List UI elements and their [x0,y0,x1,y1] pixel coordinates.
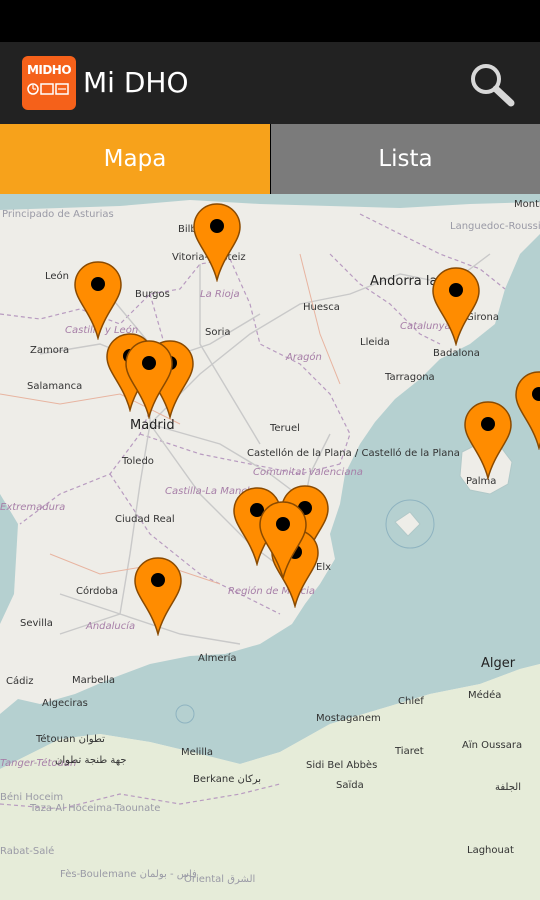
map-label: Comunitat Valenciana [253,467,363,478]
map-label: Córdoba [76,586,118,597]
app-logo-text: MIDHO [26,63,72,77]
map-marker-pin[interactable] [463,400,513,480]
map-label: Saïda [336,780,364,791]
map-label: Languedoc-Roussillon [450,221,540,232]
map-label: Aïn Oussara [462,740,523,751]
map-marker-pin[interactable] [431,266,481,346]
search-icon[interactable] [462,56,522,112]
map-label: Huesca [303,302,340,313]
map-label: Algeciras [42,698,88,709]
map-label: Almería [198,653,237,664]
map-label: Extremadura [0,502,66,513]
map-label: Mostaganem [316,713,381,724]
map-label: Sevilla [20,618,53,629]
map-label: Principado de Asturias [2,209,114,220]
map-label: Chlef [398,696,424,707]
map-label: Tiaret [395,746,424,757]
map-label: Toledo [122,456,154,467]
map-label: Béni Hoceim [0,792,64,803]
map-marker-pin[interactable] [514,370,540,450]
map-marker-pin[interactable] [73,260,123,340]
map-label: Teruel [270,423,300,434]
map-label: Tétouan تطوان [36,734,105,745]
map-label: Taza-Al Hoceima-Taounate [30,803,161,814]
map-marker-pin[interactable] [192,202,242,282]
logo-graphic-icon [27,83,69,95]
app-title: Mi DHO [83,66,189,99]
map-marker-pin[interactable] [124,339,174,419]
map-label: Aragón [286,352,322,363]
map-label: جهة طنجة تطوان [55,755,127,766]
map-label: Marbella [72,675,116,686]
map-marker-pin[interactable] [133,556,183,636]
tab-lista[interactable]: Lista [271,124,540,194]
map-label: Cádiz [6,676,34,687]
map-view[interactable]: Principado de Asturias Bilbao Vitoria-Ga… [0,194,540,900]
map-label: Fès-Boulemane فاس - بولمان [60,869,197,880]
map-label: Melilla [181,747,214,758]
map-label: Burgos [135,289,170,300]
tab-mapa[interactable]: Mapa [0,124,270,194]
map-label: Laghouat [467,845,514,856]
map-label: Badalona [433,348,480,359]
map-label: Lleida [360,337,390,348]
map-label: Rabat-Salé [0,846,55,857]
map-label: Andalucía [86,621,136,632]
app-logo: MIDHO [22,56,76,110]
bay-of-biscay [0,194,540,210]
tab-bar: Mapa Lista [0,124,540,194]
map-label: Montbu [514,199,540,210]
map-label: Sidi Bel Abbès [306,760,378,771]
map-label: الجلفة [495,782,522,793]
map-marker-pin[interactable] [258,500,308,580]
search-button[interactable] [462,56,522,112]
map-label: Médéa [468,690,502,701]
action-bar: MIDHO Mi DHO [0,42,540,124]
atlantic-ocean [0,494,18,624]
map-label: La Rioja [200,289,240,300]
map-label: Castellón de la Plana / Castelló de la P… [247,448,460,459]
map-label: Soria [205,327,231,338]
map-label: Berkane بركان [193,774,261,785]
map-label: Madrid [130,418,175,433]
status-bar [0,0,540,42]
map-label: Salamanca [27,381,83,392]
map-label: Ciudad Real [115,514,175,525]
map-label: Tarragona [385,372,435,383]
map-label: Oriental الشرق [184,874,256,885]
map-label: Zamora [30,345,70,356]
map-label: León [45,271,70,282]
map-label: Alger [481,656,516,671]
